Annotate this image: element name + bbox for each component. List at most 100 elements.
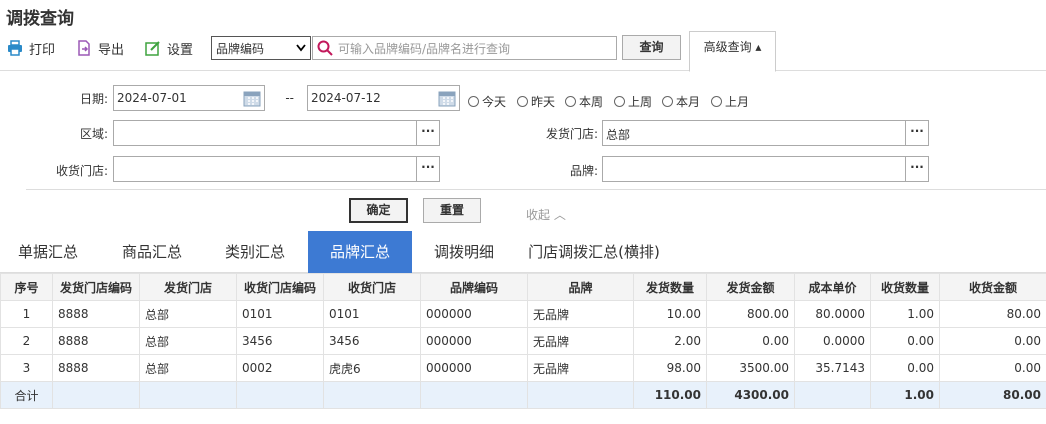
radio-yesterday[interactable]: 昨天 — [517, 93, 555, 110]
radio-this-week[interactable]: 本周 — [565, 93, 603, 110]
ship-store-input[interactable]: 总部 ··· — [602, 120, 929, 146]
confirm-button[interactable]: 确定 — [349, 198, 408, 223]
date-from-input[interactable]: 2024-07-01 — [113, 85, 265, 111]
table-cell: 80.00 — [939, 300, 1046, 328]
table-cell: 8888 — [52, 327, 140, 355]
export-icon — [78, 40, 90, 56]
tab-product-summary[interactable]: 商品汇总 — [104, 231, 200, 273]
recv-store-label: 收货门店: — [55, 164, 108, 178]
ship-store-label: 发货门店: — [545, 127, 598, 141]
column-header[interactable]: 品牌编码 — [420, 273, 528, 301]
tab-transfer-detail[interactable]: 调拨明细 — [420, 231, 508, 273]
table-row[interactable]: 3 8888 总部 0002 虎虎6 000000 无品牌 98.00 3500… — [0, 354, 1046, 382]
table-cell — [236, 381, 324, 409]
recv-store-lookup-button[interactable]: ··· — [416, 157, 439, 181]
settings-button[interactable]: 设置 — [145, 39, 193, 58]
date-from-value: 2024-07-01 — [117, 91, 187, 105]
region-input[interactable]: ··· — [113, 120, 440, 146]
table-cell: 000000 — [420, 300, 528, 328]
radio-label: 今天 — [482, 95, 507, 109]
table-cell: 0.0000 — [794, 327, 871, 355]
divider — [26, 189, 1046, 190]
search-field-select-value: 品牌编码 — [216, 41, 265, 56]
print-button[interactable]: 打印 — [7, 39, 56, 58]
table-cell: 0.00 — [939, 354, 1046, 382]
radio-circle — [468, 96, 479, 107]
column-header[interactable]: 发货门店编码 — [52, 273, 140, 301]
column-header[interactable]: 发货金额 — [706, 273, 795, 301]
table-cell: 35.7143 — [794, 354, 871, 382]
table-cell: 2 — [0, 327, 53, 355]
radio-circle — [565, 96, 576, 107]
table-cell: 000000 — [420, 327, 528, 355]
radio-label: 上月 — [725, 95, 750, 109]
radio-this-month[interactable]: 本月 — [662, 93, 700, 110]
column-header[interactable]: 收货金额 — [939, 273, 1046, 301]
table-cell: 0101 — [323, 300, 421, 328]
table-cell: 8888 — [52, 300, 140, 328]
chevron-down-icon — [296, 44, 306, 52]
tab-document-summary[interactable]: 单据汇总 — [0, 231, 96, 273]
table-cell: 3456 — [323, 327, 421, 355]
recv-store-input[interactable]: ··· — [113, 156, 440, 182]
column-header[interactable]: 序号 — [0, 273, 53, 301]
region-lookup-button[interactable]: ··· — [416, 121, 439, 145]
tab-category-summary[interactable]: 类别汇总 — [207, 231, 303, 273]
table-cell: 800.00 — [706, 300, 795, 328]
table-cell: 总部 — [139, 354, 237, 382]
table-cell: 1.00 — [870, 300, 940, 328]
reset-button[interactable]: 重置 — [423, 198, 481, 223]
column-header[interactable]: 收货数量 — [870, 273, 940, 301]
column-header[interactable]: 发货数量 — [633, 273, 707, 301]
brand-lookup-button[interactable]: ··· — [905, 157, 928, 181]
table-cell: 0.00 — [870, 327, 940, 355]
report-tabs: 单据汇总 商品汇总 类别汇总 品牌汇总 调拨明细 门店调拨汇总(横排) — [0, 231, 1046, 273]
print-label: 打印 — [29, 42, 56, 58]
tab-brand-summary[interactable]: 品牌汇总 — [308, 231, 412, 273]
calendar-icon[interactable] — [243, 89, 261, 107]
calendar-icon[interactable] — [438, 89, 456, 107]
date-to-value: 2024-07-12 — [311, 91, 381, 105]
column-header[interactable]: 品牌 — [527, 273, 634, 301]
search-icon — [317, 40, 333, 56]
collapse-link[interactable]: 收起 ︿ — [526, 206, 566, 223]
radio-last-week[interactable]: 上周 — [614, 93, 652, 110]
export-button[interactable]: 导出 — [76, 39, 124, 58]
radio-circle — [517, 96, 528, 107]
radio-circle — [711, 96, 722, 107]
table-cell: 0.00 — [870, 354, 940, 382]
query-button[interactable]: 查询 — [622, 35, 681, 60]
table-row[interactable]: 1 8888 总部 0101 0101 000000 无品牌 10.00 800… — [0, 300, 1046, 328]
column-header[interactable]: 收货门店 — [323, 273, 421, 301]
table-cell — [420, 381, 528, 409]
print-icon — [8, 40, 22, 56]
column-header[interactable]: 收货门店编码 — [236, 273, 324, 301]
page-title: 调拨查询 — [6, 9, 74, 29]
date-separator: -- — [285, 91, 294, 105]
radio-last-month[interactable]: 上月 — [711, 93, 749, 110]
advanced-query-toggle[interactable]: 高级查询 ▴ — [689, 31, 776, 72]
brand-summary-table: 序号 发货门店编码 发货门店 收货门店编码 收货门店 品牌编码 品牌 发货数量 … — [0, 273, 1046, 409]
table-cell — [139, 381, 237, 409]
column-header[interactable]: 发货门店 — [139, 273, 237, 301]
table-cell — [794, 381, 871, 409]
table-cell — [527, 381, 634, 409]
radio-today[interactable]: 今天 — [468, 93, 506, 110]
tab-store-transfer-horizontal[interactable]: 门店调拨汇总(横排) — [524, 231, 664, 273]
ship-store-lookup-button[interactable]: ··· — [905, 121, 928, 145]
search-field-select[interactable]: 品牌编码 — [211, 36, 311, 60]
table-header-row: 序号 发货门店编码 发货门店 收货门店编码 收货门店 品牌编码 品牌 发货数量 … — [0, 273, 1046, 301]
table-row[interactable]: 2 8888 总部 3456 3456 000000 无品牌 2.00 0.00… — [0, 327, 1046, 355]
table-cell: 0.00 — [706, 327, 795, 355]
total-recv-qty: 1.00 — [870, 381, 940, 409]
date-to-input[interactable]: 2024-07-12 — [307, 85, 460, 111]
column-header[interactable]: 成本单价 — [794, 273, 871, 301]
table-cell: 无品牌 — [527, 354, 634, 382]
table-total-row: 合计 110.00 4300.00 1.00 80.00 — [0, 381, 1046, 409]
brand-input[interactable]: ··· — [602, 156, 929, 182]
table-cell: 总部 — [139, 300, 237, 328]
table-cell — [323, 381, 421, 409]
table-cell: 80.0000 — [794, 300, 871, 328]
search-input[interactable]: 可输入品牌编码/品牌名进行查询 — [312, 36, 617, 60]
date-label: 日期: — [79, 92, 108, 106]
